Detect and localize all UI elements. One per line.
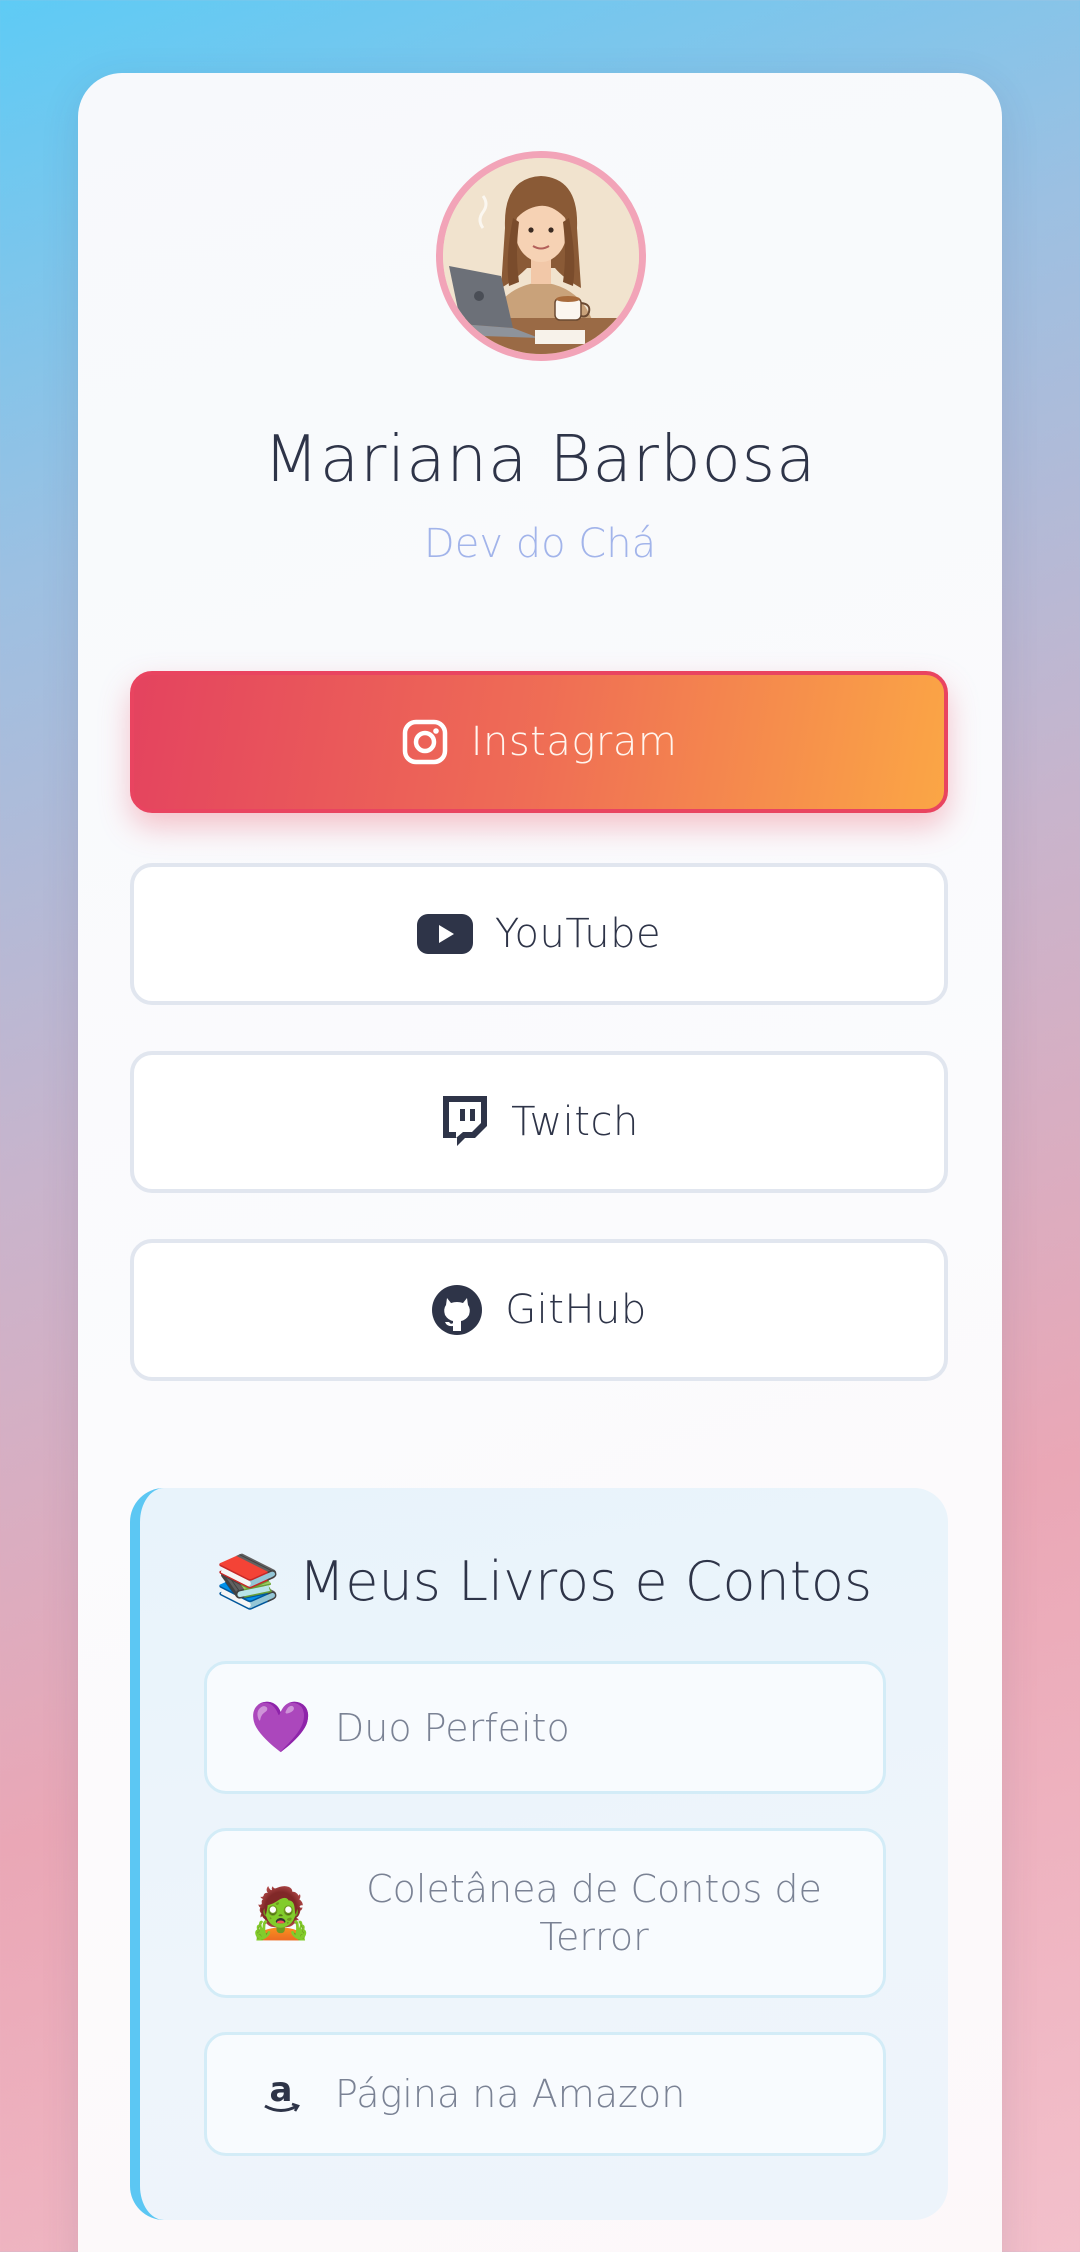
book-contos-terror[interactable]: 🧟 Coletânea de Contos de Terror [204,1828,886,1998]
books-section: 📚 Meus Livros e Contos 💜 Duo Perfeito 🧟 … [130,1488,948,2220]
profile-name: Mariana Barbosa [263,423,817,497]
book-amazon-page[interactable]: a Página na Amazon [204,2032,886,2156]
youtube-label: YouTube [494,911,662,957]
github-icon [431,1284,483,1336]
svg-text:a: a [270,2071,293,2110]
twitch-button[interactable]: Twitch [130,1051,948,1193]
amazon-icon: a [253,2071,309,2117]
book-label: Coletânea de Contos de Terror [366,1867,822,1959]
profile-card: Mariana Barbosa Dev do Chá Instagram You… [78,73,1002,2252]
books-icon: 📚 [215,1552,281,1612]
books-title-text: Meus Livros e Contos [298,1550,873,1613]
github-button[interactable]: GitHub [130,1239,948,1381]
instagram-icon [401,718,449,766]
instagram-button[interactable]: Instagram [130,671,948,813]
twitch-icon [439,1096,489,1148]
github-label: GitHub [505,1287,647,1333]
twitch-label: Twitch [511,1099,639,1145]
books-title: 📚 Meus Livros e Contos [140,1550,948,1613]
avatar-illustration [443,158,639,354]
avatar [436,151,646,361]
profile-subtitle: Dev do Chá [423,521,657,567]
book-label: Duo Perfeito [335,1705,570,1750]
book-label: Página na Amazon [335,2072,686,2116]
purple-heart-icon: 💜 [249,1698,313,1756]
youtube-button[interactable]: YouTube [130,863,948,1005]
instagram-label: Instagram [470,719,678,765]
book-duo-perfeito[interactable]: 💜 Duo Perfeito [204,1661,886,1794]
zombie-icon: 🧟 [249,1883,313,1942]
youtube-icon [416,914,473,954]
